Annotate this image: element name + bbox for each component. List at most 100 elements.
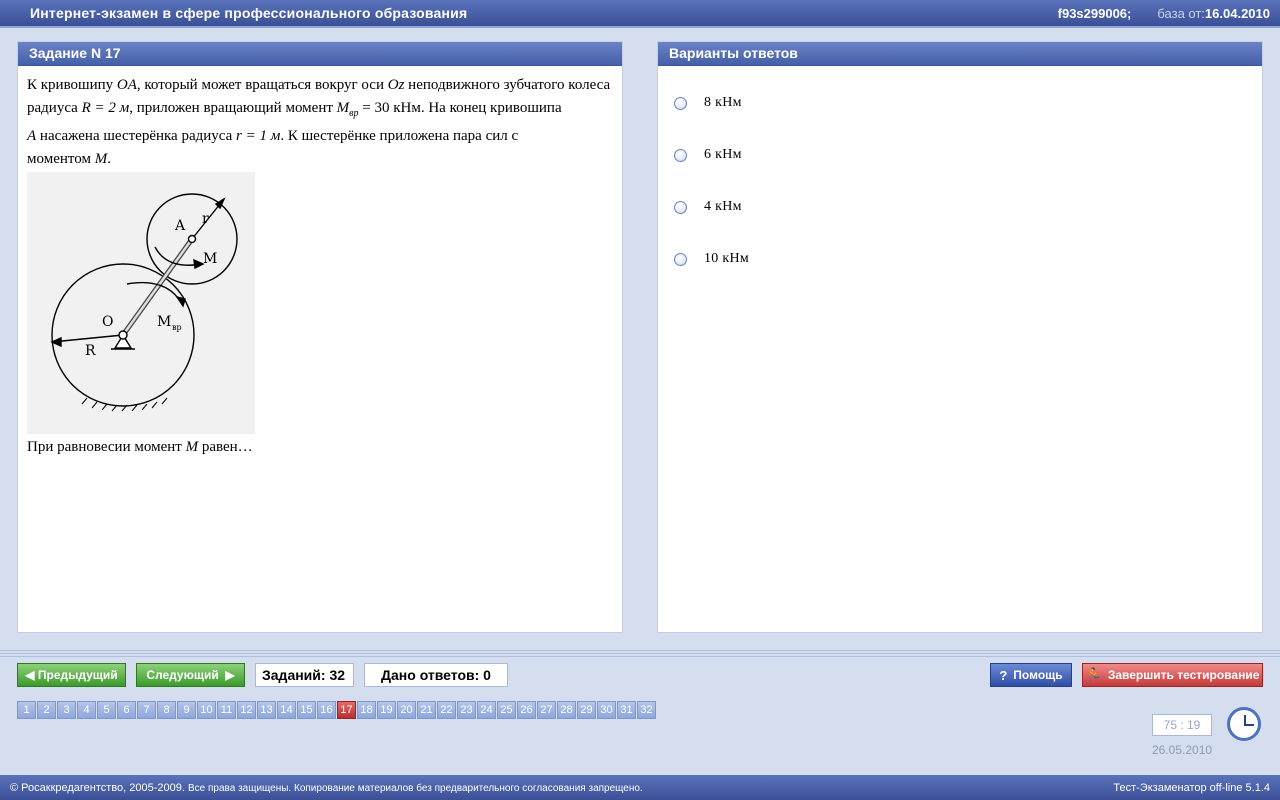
text-fragment: При равновесии момент: [27, 439, 186, 455]
answer-option-2[interactable]: 6 кНм: [674, 145, 742, 165]
math-symbol: OA: [116, 77, 137, 93]
task-number-7[interactable]: 7: [137, 701, 156, 719]
radio-button[interactable]: [674, 148, 687, 162]
next-button[interactable]: Следующий ▶: [136, 663, 245, 687]
app-version: Тест-Экзаменатор off-line 5.1.4: [1113, 782, 1270, 794]
next-label: Следующий: [146, 668, 219, 682]
math-expression: r = 1 м: [236, 128, 281, 144]
radius-R-line: [51, 334, 124, 343]
label-M: M: [203, 251, 217, 267]
math-symbol: A: [27, 128, 37, 144]
label-Mvr-sub: вр: [172, 323, 182, 332]
answers-panel: Варианты ответов 8 кНм 6 кНм 4 кНм 10 кН…: [657, 41, 1263, 633]
prev-label: Предыдущий: [37, 668, 118, 682]
task-line-2: радиуса R = 2 м, приложен вращающий моме…: [27, 97, 613, 125]
label-r: r: [202, 211, 209, 227]
text-fragment: неподвижного зубчатого колеса: [404, 77, 611, 93]
task-number-15[interactable]: 15: [297, 701, 316, 719]
base-label: база от:: [1157, 6, 1205, 21]
task-number-18[interactable]: 18: [357, 701, 376, 719]
answer-label: 4 кНм: [704, 199, 742, 214]
task-line-1: К кривошипу OA, который может вращаться …: [27, 74, 613, 97]
separator: [0, 650, 1280, 658]
text-fragment: . На конец кривошипа: [420, 100, 562, 116]
task-number-14[interactable]: 14: [277, 701, 296, 719]
answer-option-4[interactable]: 10 кНм: [674, 249, 749, 269]
task-number-12[interactable]: 12: [237, 701, 256, 719]
question-mark-icon: ?: [999, 667, 1008, 683]
help-button[interactable]: ? Помощь: [990, 663, 1072, 687]
math-expression: = 30 кНм: [358, 100, 421, 116]
task-number-29[interactable]: 29: [577, 701, 596, 719]
task-number-5[interactable]: 5: [97, 701, 116, 719]
finish-test-button[interactable]: 🏃 Завершить тестирование: [1082, 663, 1263, 687]
task-number-10[interactable]: 10: [197, 701, 216, 719]
mechanism-figure: A r M O M вр R: [27, 172, 255, 434]
task-line-3: A насажена шестерёнка радиуса r = 1 м. К…: [27, 125, 613, 148]
task-number-8[interactable]: 8: [157, 701, 176, 719]
task-number-32[interactable]: 32: [637, 701, 656, 719]
task-number-26[interactable]: 26: [517, 701, 536, 719]
moment-Mvr-arrowhead: [175, 295, 186, 308]
base-date: 16.04.2010: [1204, 6, 1270, 21]
footer: © Росаккредагентство, 2005-2009. Все пра…: [0, 775, 1280, 800]
answered-counter: Дано ответов: 0: [364, 663, 508, 687]
current-date: 26.05.2010: [1152, 743, 1213, 757]
session-meta: f93s299006; база от:16.04.2010: [1058, 6, 1270, 21]
math-symbol: M: [94, 151, 108, 167]
prev-button[interactable]: ◀ Предыдущий: [17, 663, 126, 687]
text-fragment: радиуса: [27, 100, 82, 116]
task-number-9[interactable]: 9: [177, 701, 196, 719]
task-number-6[interactable]: 6: [117, 701, 136, 719]
mechanism-diagram: A r M O M вр R: [50, 193, 238, 412]
task-number-25[interactable]: 25: [497, 701, 516, 719]
math-symbol: M: [336, 100, 350, 116]
task-number-11[interactable]: 11: [217, 701, 236, 719]
task-number-13[interactable]: 13: [257, 701, 276, 719]
task-number-28[interactable]: 28: [557, 701, 576, 719]
task-number-16[interactable]: 16: [317, 701, 336, 719]
copyright-text: © Росаккредагентство, 2005-2009.: [10, 782, 185, 794]
task-number-4[interactable]: 4: [77, 701, 96, 719]
task-number-24[interactable]: 24: [477, 701, 496, 719]
answer-option-1[interactable]: 8 кНм: [674, 93, 742, 113]
task-number-3[interactable]: 3: [57, 701, 76, 719]
task-number-30[interactable]: 30: [597, 701, 616, 719]
label-O: O: [102, 314, 113, 330]
task-number-22[interactable]: 22: [437, 701, 456, 719]
pivot-A: [187, 234, 197, 244]
finish-label: Завершить тестирование: [1107, 668, 1260, 682]
text-fragment: , приложен вращающий момент: [129, 100, 337, 116]
clock-icon: [1227, 707, 1261, 741]
task-panel: Задание N 17 К кривошипу OA, который мож…: [17, 41, 623, 633]
label-Mvr: M: [157, 314, 171, 330]
task-number-27[interactable]: 27: [537, 701, 556, 719]
task-number-21[interactable]: 21: [417, 701, 436, 719]
session-id: f93s299006;: [1057, 6, 1132, 21]
answer-label: 8 кНм: [704, 95, 742, 110]
radio-button[interactable]: [674, 200, 687, 214]
label-R: R: [85, 343, 96, 359]
radio-button[interactable]: [674, 96, 687, 110]
task-number-1[interactable]: 1: [17, 701, 36, 719]
task-number-20[interactable]: 20: [397, 701, 416, 719]
text-fragment: насажена шестерёнка радиуса: [36, 128, 237, 144]
task-line-4: моментом M.: [27, 148, 613, 171]
rights-text: Все права защищены. Копирование материал…: [188, 783, 643, 794]
radio-button[interactable]: [674, 252, 687, 266]
answer-option-3[interactable]: 4 кНм: [674, 197, 742, 217]
text-fragment: моментом: [27, 151, 95, 167]
moment-M-arrowhead: [193, 258, 205, 270]
task-number-23[interactable]: 23: [457, 701, 476, 719]
text-fragment: .: [107, 151, 111, 167]
task-number-17[interactable]: 17: [337, 701, 356, 719]
answers-title: Варианты ответов: [658, 42, 1262, 66]
task-number-19[interactable]: 19: [377, 701, 396, 719]
triangle-right-icon: ▶: [225, 668, 235, 682]
task-number-list: 1 2 3 4 5 6 7 8 9 10 11 12 13 14 15 16 17 18 19 20 21 22 23 24 2…: [17, 701, 657, 719]
task-number-31[interactable]: 31: [617, 701, 636, 719]
task-number-2[interactable]: 2: [37, 701, 56, 719]
copyright: © Росаккредагентство, 2005-2009. Все пра…: [10, 782, 643, 794]
triangle-left-icon: ◀: [25, 668, 35, 682]
timer-display: 75 : 19: [1152, 714, 1212, 736]
